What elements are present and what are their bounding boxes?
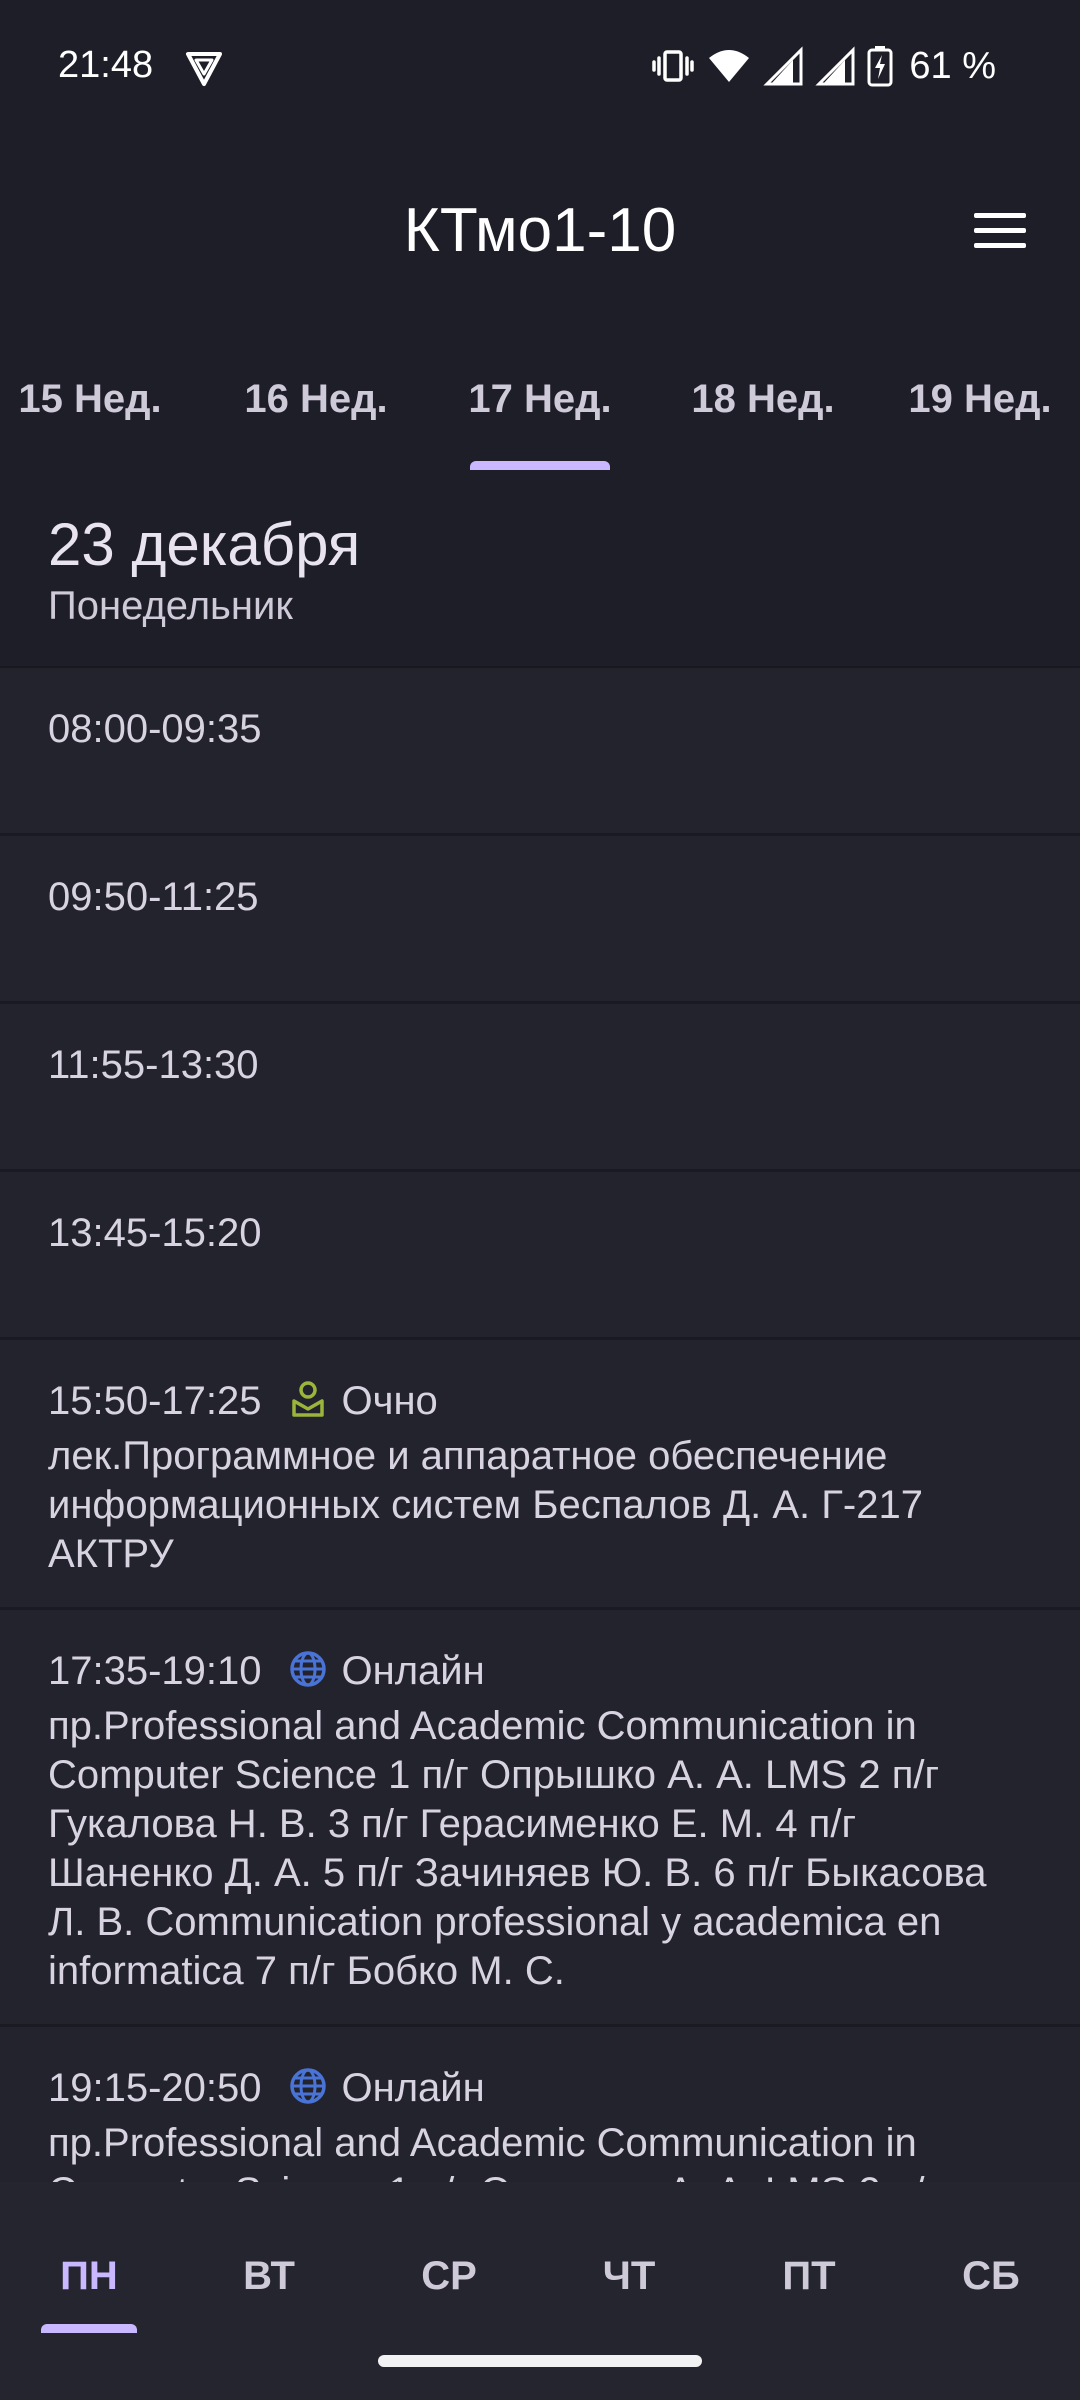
lesson-card[interactable]: 09:50-11:25 xyxy=(0,836,1080,1004)
tab-week-16[interactable]: 16 Нед. xyxy=(216,365,416,470)
app-screen: 21:48 61 % КТмо1-10 15 Нед. 16 Нед. 17 Н… xyxy=(0,0,1080,2400)
week-tab-label: 19 Нед. xyxy=(908,377,1052,421)
day-tab-label: ПТ xyxy=(782,2254,836,2298)
lesson-description: лек.Программное и аппаратное обеспечение… xyxy=(48,1434,923,1576)
battery-percent: 61 % xyxy=(909,44,996,87)
hamburger-menu-icon xyxy=(972,210,1028,257)
lesson-mode-label: Очно xyxy=(341,1378,438,1423)
in-person-icon xyxy=(288,1379,342,1424)
page-title: КТмо1-10 xyxy=(403,196,677,265)
week-tab-label: 15 Нед. xyxy=(18,377,162,421)
menu-button[interactable] xyxy=(964,197,1036,269)
day-header: 23 декабря Понедельник xyxy=(0,472,1080,668)
status-icons: 61 % xyxy=(651,44,996,88)
lesson-mode: Онлайн xyxy=(288,1649,485,1694)
lesson-card[interactable]: 15:50-17:25 Очно лек.Программное и аппар… xyxy=(0,1340,1080,1610)
tab-saturday[interactable]: СБ xyxy=(906,2182,1076,2332)
lesson-card[interactable]: 13:45-15:20 xyxy=(0,1172,1080,1340)
week-tab-label: 17 Нед. xyxy=(468,377,612,421)
vpn-shield-icon xyxy=(184,48,224,88)
lesson-time: 13:45-15:20 xyxy=(48,1210,262,1255)
status-bar: 21:48 61 % xyxy=(0,0,1080,135)
day-navigation: ПН ВТ СР ЧТ ПТ СБ xyxy=(0,2182,1080,2400)
day-tab-label: ПН xyxy=(60,2254,118,2298)
globe-icon xyxy=(288,2066,342,2111)
lesson-card[interactable]: 17:35-19:10 Онлайн пр.Professional and A… xyxy=(0,1610,1080,2027)
lesson-mode-label: Онлайн xyxy=(341,2065,485,2110)
gesture-navigation-bar[interactable] xyxy=(378,2355,702,2367)
day-tab-label: ЧТ xyxy=(602,2254,656,2298)
lesson-card[interactable]: 19:15-20:50 Онлайн пр.Professional and A… xyxy=(0,2027,1080,2182)
day-tab-label: СР xyxy=(421,2254,477,2298)
lesson-time: 11:55-13:30 xyxy=(48,1042,259,1087)
day-date: 23 декабря xyxy=(48,511,361,578)
tab-week-17[interactable]: 17 Нед. xyxy=(440,365,640,470)
tab-friday[interactable]: ПТ xyxy=(724,2182,894,2332)
tab-tuesday[interactable]: ВТ xyxy=(184,2182,354,2332)
schedule-list[interactable]: 23 декабря Понедельник 08:00-09:35 09:50… xyxy=(0,472,1080,2182)
lesson-card[interactable]: 11:55-13:30 xyxy=(0,1004,1080,1172)
day-weekday: Понедельник xyxy=(48,584,293,628)
tab-wednesday[interactable]: СР xyxy=(364,2182,534,2332)
selected-tab-indicator xyxy=(470,461,610,470)
week-tab-label: 18 Нед. xyxy=(691,377,835,421)
lesson-description: пр.Professional and Academic Communicati… xyxy=(48,1704,987,1993)
signal-icon xyxy=(815,46,855,86)
lesson-mode-label: Онлайн xyxy=(341,1648,485,1693)
week-tabs: 15 Нед. 16 Нед. 17 Нед. 18 Нед. 19 Нед. xyxy=(0,365,1080,470)
day-tab-label: ВТ xyxy=(243,2254,295,2298)
lesson-mode: Онлайн xyxy=(288,2066,485,2111)
wifi-icon xyxy=(707,46,751,86)
globe-icon xyxy=(288,1649,342,1694)
lesson-time: 09:50-11:25 xyxy=(48,874,259,919)
tab-thursday[interactable]: ЧТ xyxy=(544,2182,714,2332)
vibrate-icon xyxy=(651,46,695,86)
tab-monday[interactable]: ПН xyxy=(4,2182,174,2333)
lesson-time: 08:00-09:35 xyxy=(48,706,262,751)
week-tab-label: 16 Нед. xyxy=(244,377,388,421)
tab-week-19[interactable]: 19 Нед. xyxy=(880,365,1080,470)
lesson-mode: Очно xyxy=(288,1379,438,1424)
lesson-time: 17:35-19:10 xyxy=(48,1648,262,1693)
lesson-time: 15:50-17:25 xyxy=(48,1378,262,1423)
battery-charging-icon xyxy=(867,45,893,87)
selected-day-indicator xyxy=(41,2324,137,2333)
lesson-description: пр.Professional and Academic Communicati… xyxy=(48,2121,924,2182)
top-app-bar: КТмо1-10 xyxy=(0,135,1080,335)
tab-week-18[interactable]: 18 Нед. xyxy=(663,365,863,470)
tab-week-15[interactable]: 15 Нед. xyxy=(0,365,190,470)
day-tab-label: СБ xyxy=(962,2254,1020,2298)
status-time: 21:48 xyxy=(58,44,154,86)
signal-icon xyxy=(763,46,803,86)
lesson-card[interactable]: 08:00-09:35 xyxy=(0,668,1080,836)
lesson-time: 19:15-20:50 xyxy=(48,2065,262,2110)
